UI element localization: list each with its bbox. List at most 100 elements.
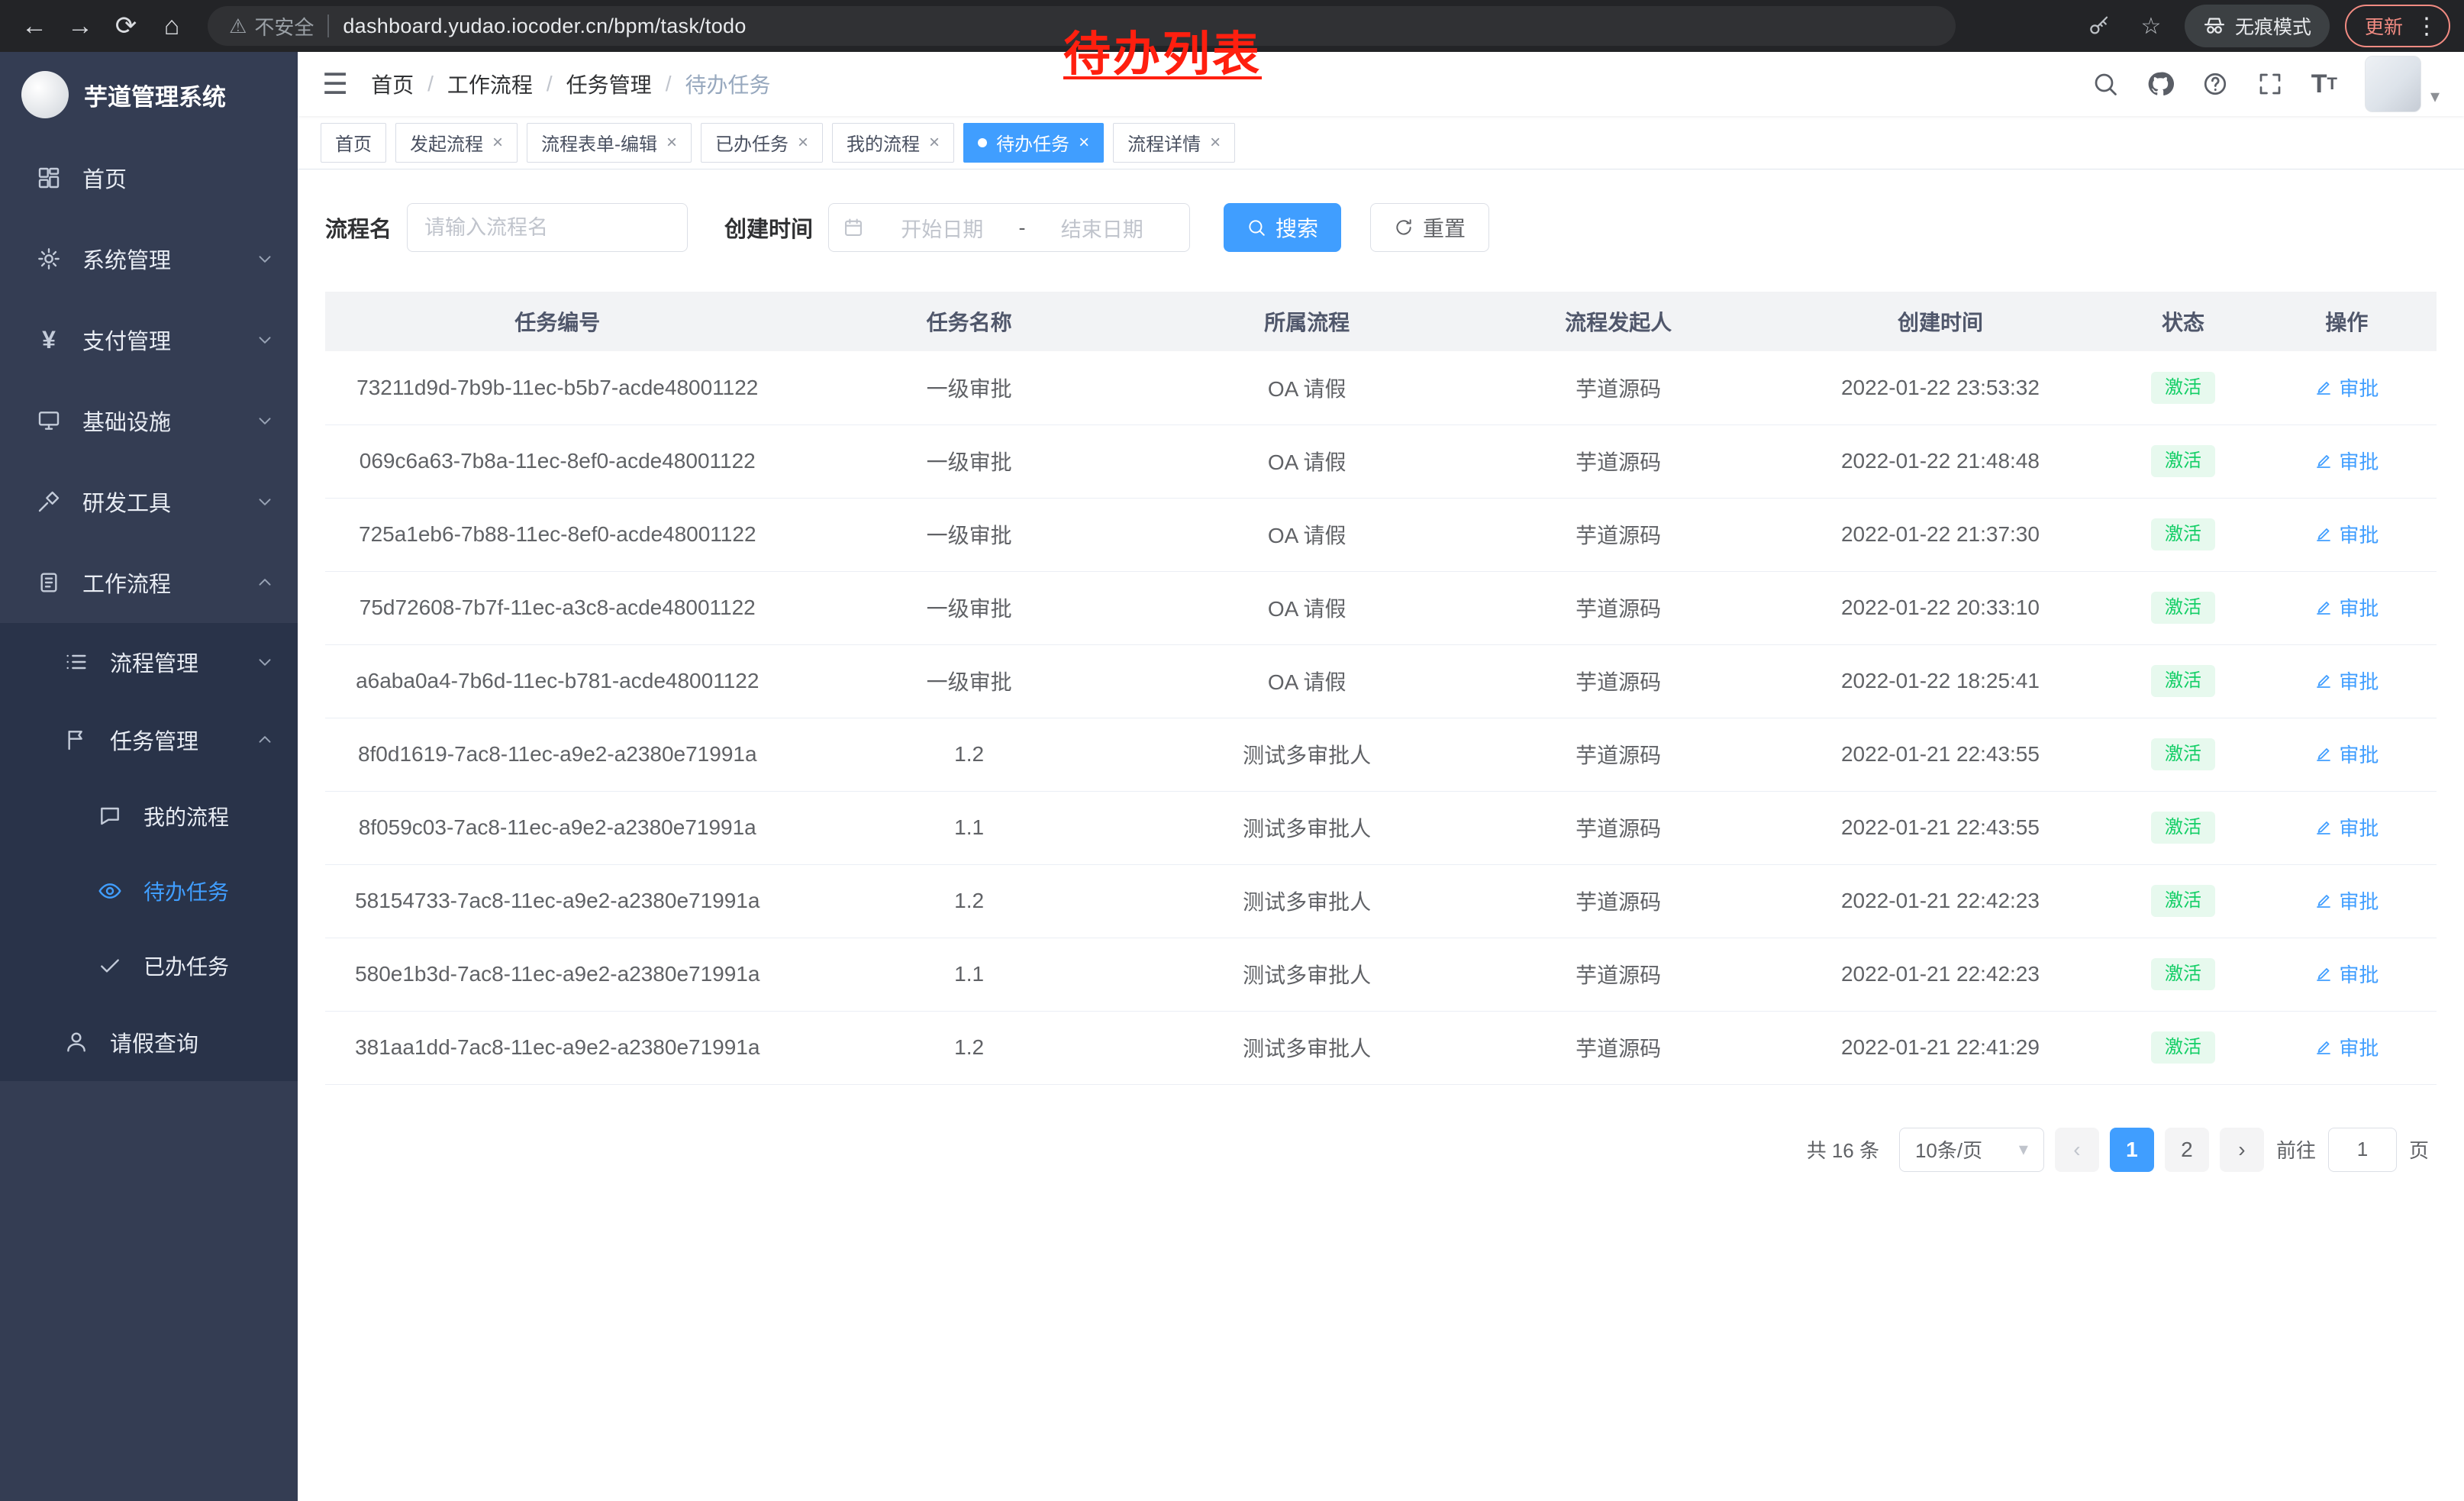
cell: 芋道源码 [1466,498,1772,571]
annotation-text: 待办列表 [1063,15,1262,84]
url-text[interactable]: dashboard.yudao.iocoder.cn/bpm/task/todo [343,15,746,38]
incognito-icon [2203,15,2226,37]
sidebar-item-done-task[interactable]: 已办任务 [0,928,298,1003]
close-icon[interactable]: × [798,132,808,153]
cell: 2022-01-21 22:42:23 [1772,938,2110,1011]
status-badge: 激活 [2151,372,2215,404]
close-icon[interactable]: × [1210,132,1221,153]
breadcrumb-item[interactable]: 任务管理 [566,69,652,99]
github-icon[interactable] [2146,70,2174,98]
sidebar-item-task-mgmt[interactable]: 任务管理 [0,701,298,779]
update-chip[interactable]: 更新 ⋮ [2345,5,2450,47]
approve-link[interactable]: 审批 [2314,740,2379,768]
status-cell: 激活 [2109,938,2257,1011]
approve-link[interactable]: 审批 [2314,520,2379,548]
cell: OA 请假 [1149,498,1466,571]
table-row: 73211d9d-7b9b-11ec-b5b7-acde48001122一级审批… [325,351,2437,424]
page-size-select[interactable]: 10条/页 ▾ [1899,1128,2044,1172]
sidebar-item-process-mgmt[interactable]: 流程管理 [0,623,298,701]
tab-label: 发起流程 [410,129,483,156]
page-button-2[interactable]: 2 [2165,1128,2209,1172]
cell: 芋道源码 [1466,864,1772,938]
tab-item[interactable]: 首页 [321,123,386,163]
column-header: 所属流程 [1149,292,1466,351]
cell: 测试多审批人 [1149,718,1466,791]
sidebar-item-workflow[interactable]: 工作流程 [0,542,298,623]
approve-link[interactable]: 审批 [2314,813,2379,841]
start-date-placeholder[interactable]: 开始日期 [869,213,1016,243]
back-icon[interactable]: ← [14,5,55,47]
security-label[interactable]: 不安全 [254,12,314,40]
forward-icon[interactable]: → [60,5,101,47]
cell: 58154733-7ac8-11ec-a9e2-a2380e71991a [325,864,790,938]
update-label[interactable]: 更新 [2365,12,2403,40]
font-size-icon[interactable]: TT [2311,69,2337,99]
avatar[interactable] [2365,56,2421,112]
cell: 1.2 [790,1011,1149,1084]
cell: 芋道源码 [1466,791,1772,864]
close-icon[interactable]: × [666,132,677,153]
approve-link[interactable]: 审批 [2314,960,2379,988]
flag-icon [61,728,92,752]
approve-link[interactable]: 审批 [2314,447,2379,475]
column-header: 状态 [2109,292,2257,351]
approve-link[interactable]: 审批 [2314,1033,2379,1061]
key-icon[interactable] [2081,5,2117,47]
prev-page-button[interactable]: ‹ [2055,1128,2099,1172]
action-cell: 审批 [2257,644,2437,718]
tab-item[interactable]: 流程表单-编辑× [527,123,692,163]
chevron-down-icon[interactable]: ▾ [2430,86,2440,108]
tab-item[interactable]: 待办任务× [963,123,1104,163]
approve-link[interactable]: 审批 [2314,373,2379,402]
goto-page-input[interactable] [2328,1128,2397,1172]
close-icon[interactable]: × [492,132,503,153]
tab-item[interactable]: 我的流程× [832,123,954,163]
close-icon[interactable]: × [929,132,940,153]
tab-item[interactable]: 已办任务× [701,123,823,163]
sidebar-item-todo-task[interactable]: 待办任务 [0,854,298,928]
help-icon[interactable] [2201,70,2229,98]
action-cell: 审批 [2257,351,2437,424]
sidebar-item-label: 待办任务 [144,876,229,906]
sidebar-item-leave-query[interactable]: 请假查询 [0,1003,298,1081]
hamburger-icon[interactable]: ☰ [322,67,348,102]
logo-image [21,71,69,118]
name-filter-input[interactable] [407,203,688,252]
end-date-placeholder[interactable]: 结束日期 [1029,213,1176,243]
reload-icon[interactable]: ⟳ [105,5,147,47]
sidebar-item-my-process[interactable]: 我的流程 [0,779,298,854]
approve-link-label: 审批 [2339,886,2379,915]
breadcrumb-separator: / [547,72,553,96]
search-icon[interactable] [2091,70,2119,98]
home-icon[interactable]: ⌂ [151,5,192,47]
search-button[interactable]: 搜索 [1224,203,1341,252]
approve-link[interactable]: 审批 [2314,667,2379,695]
sidebar-item-system[interactable]: 系统管理 [0,218,298,299]
cell: 75d72608-7b7f-11ec-a3c8-acde48001122 [325,571,790,644]
screenshot-root: 待办列表 ← → ⟳ ⌂ ⚠ 不安全 dashboard.yudao.iocod… [0,0,2464,1501]
close-icon[interactable]: × [1079,132,1089,153]
fullscreen-icon[interactable] [2256,70,2284,98]
sidebar-item-home[interactable]: 首页 [0,137,298,218]
reset-button[interactable]: 重置 [1370,203,1489,252]
goto-label: 前往 [2276,1135,2316,1164]
page-button-1[interactable]: 1 [2110,1128,2154,1172]
breadcrumb-item[interactable]: 首页 [371,69,414,99]
browser-menu-icon[interactable]: ⋮ [2415,13,2438,40]
tab-item[interactable]: 流程详情× [1113,123,1235,163]
star-icon[interactable]: ☆ [2133,5,2169,47]
sidebar-item-devtools[interactable]: 研发工具 [0,461,298,542]
cell: 725a1eb6-7b88-11ec-8ef0-acde48001122 [325,498,790,571]
date-range-picker[interactable]: 开始日期 - 结束日期 [828,203,1190,252]
next-page-button[interactable]: › [2220,1128,2264,1172]
approve-link[interactable]: 审批 [2314,886,2379,915]
sidebar-item-infrastructure[interactable]: 基础设施 [0,380,298,461]
sidebar-item-payment[interactable]: ¥支付管理 [0,299,298,380]
breadcrumb-item[interactable]: 工作流程 [447,69,533,99]
sidebar-item-label: 任务管理 [110,724,198,756]
action-cell: 审批 [2257,864,2437,938]
tab-item[interactable]: 发起流程 × [395,123,518,163]
table-row: 580e1b3d-7ac8-11ec-a9e2-a2380e71991a1.1测… [325,938,2437,1011]
approve-link[interactable]: 审批 [2314,593,2379,621]
monitor-icon [34,408,64,433]
